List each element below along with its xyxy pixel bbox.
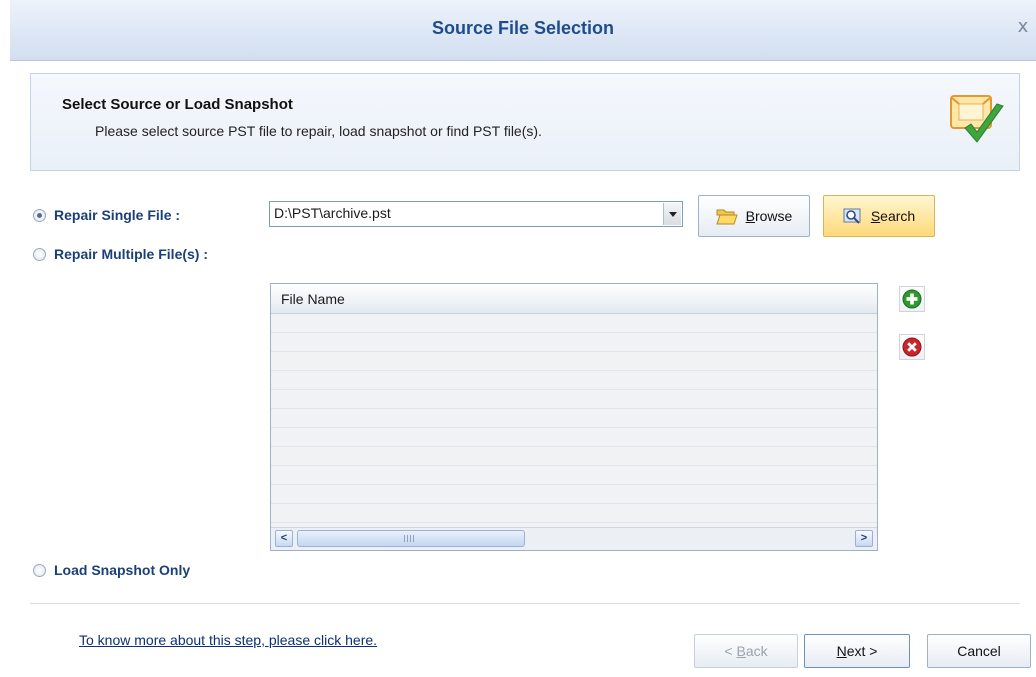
repair-single-radio[interactable] [33,208,46,222]
title-bar: Source File Selection x [10,0,1036,61]
plus-icon [902,289,922,309]
window-title: Source File Selection [431,18,615,38]
cancel-button[interactable]: Cancel [927,634,1031,668]
next-access-key: N [836,643,847,659]
scroll-right-button[interactable]: > [855,530,873,547]
search-button[interactable]: Search [823,195,935,237]
email-check-icon [950,95,1004,143]
table-body[interactable] [271,314,877,528]
column-file-name[interactable]: File Name [281,291,345,307]
load-snapshot-radio[interactable] [33,563,46,577]
back-label: ack [745,643,768,659]
search-access-key: S [870,208,881,224]
back-access-key: B [736,643,746,659]
header-description: Please select source PST file to repair,… [95,123,542,139]
remove-file-button[interactable] [899,334,925,360]
load-snapshot-label: Load Snapshot Only [54,562,191,578]
source-file-value: D:\PST\archive.pst [274,205,391,221]
search-icon [843,208,861,224]
help-link[interactable]: To know more about this step, please cli… [79,632,377,648]
file-list-table[interactable]: File Name < > [270,283,878,551]
load-snapshot-option[interactable]: Load Snapshot Only [33,562,190,578]
repair-multiple-option[interactable]: Repair Multiple File(s) : [33,246,208,262]
browse-access-key: B [745,208,755,224]
source-file-combo[interactable]: D:\PST\archive.pst [269,201,683,227]
folder-open-icon [715,209,738,225]
browse-label: rowse [754,208,793,224]
repair-multiple-radio[interactable] [33,247,46,261]
scroll-thumb[interactable] [297,530,525,547]
back-prefix: < [724,643,737,659]
repair-single-option[interactable]: Repair Single File : [33,207,180,223]
table-header: File Name [271,284,877,314]
repair-single-label: Repair Single File : [54,207,181,223]
close-icon[interactable]: x [1014,17,1032,37]
scroll-left-button[interactable]: < [275,530,293,547]
back-button[interactable]: < Back [694,634,798,668]
horizontal-scrollbar[interactable]: < > [271,527,877,550]
chevron-down-icon[interactable] [663,203,681,225]
add-file-button[interactable] [899,286,925,312]
remove-icon [902,337,922,357]
header-panel: Select Source or Load Snapshot Please se… [30,73,1020,171]
search-label: earch [880,208,916,224]
repair-multiple-label: Repair Multiple File(s) : [54,246,209,262]
browse-button[interactable]: Browse [698,195,810,237]
header-title: Select Source or Load Snapshot [62,96,293,113]
next-label: ext > [846,643,878,659]
next-button[interactable]: Next > [804,634,910,668]
scroll-grip-icon [404,535,414,542]
divider [30,603,1020,604]
